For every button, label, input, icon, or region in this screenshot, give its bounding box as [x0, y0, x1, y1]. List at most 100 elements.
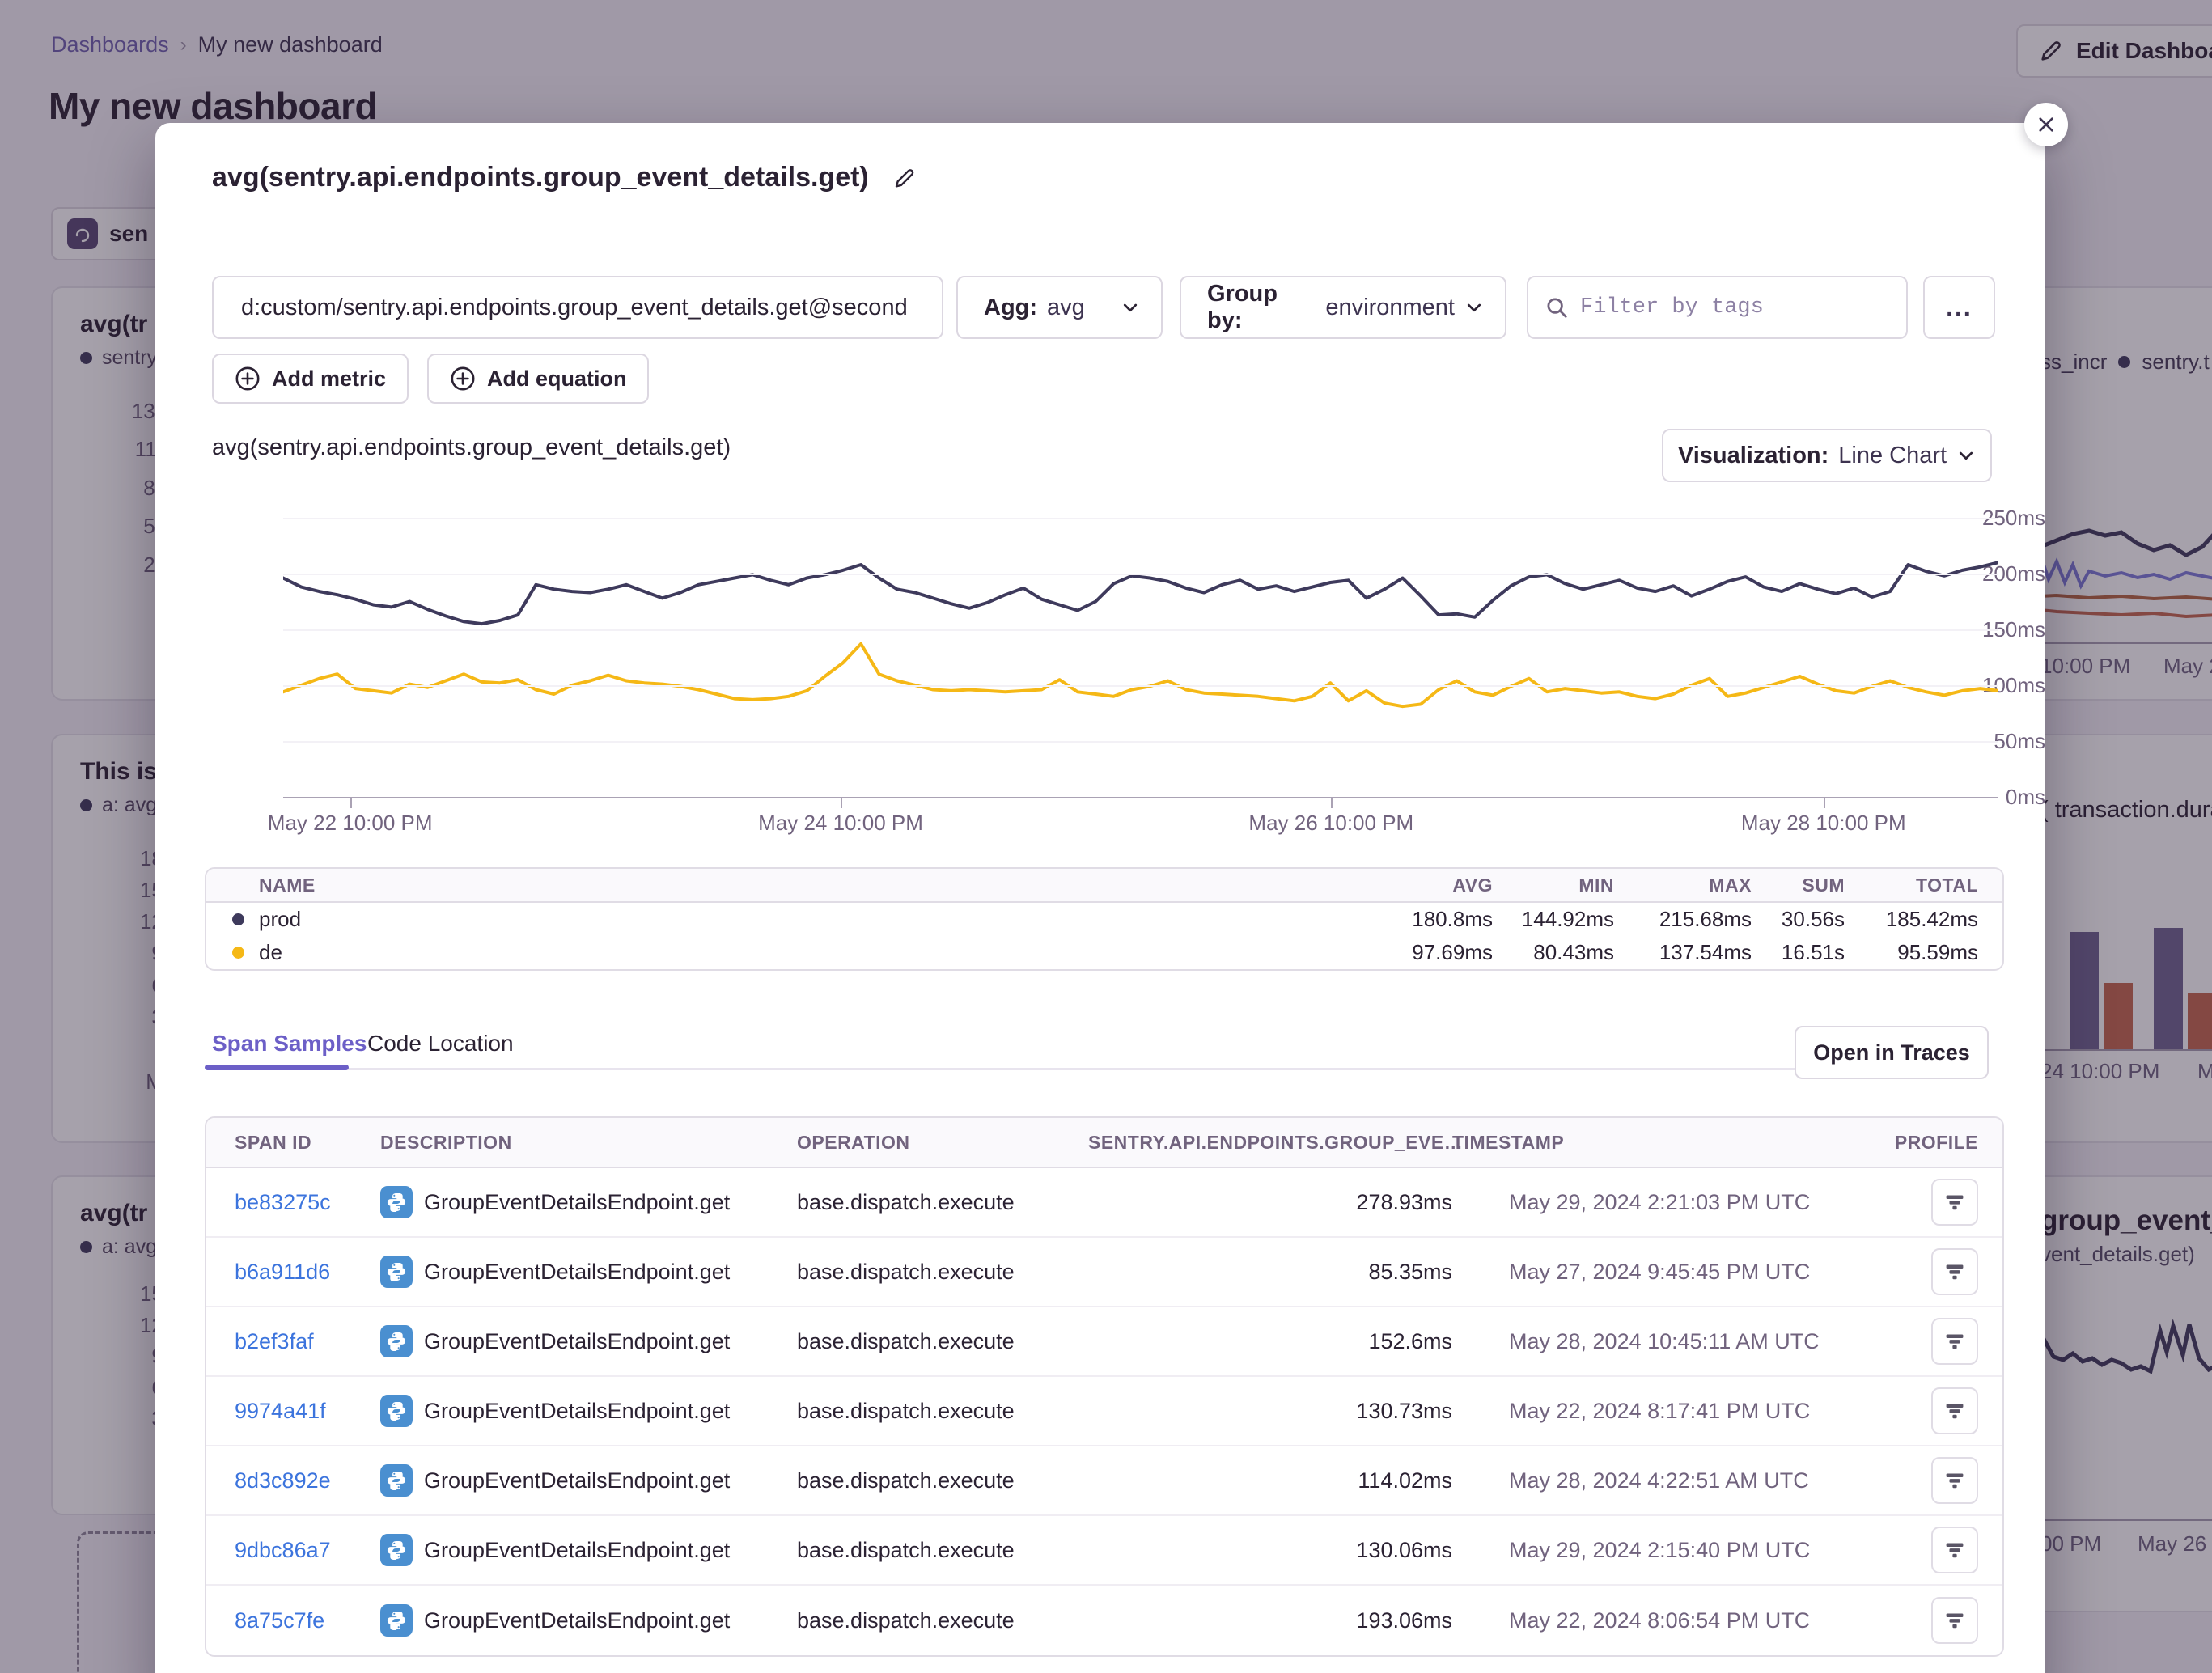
- add-equation-label: Add equation: [487, 366, 626, 392]
- tab-active-indicator: [205, 1065, 349, 1070]
- span-id-link[interactable]: 9dbc86a7: [235, 1538, 380, 1563]
- line-chart-series: [283, 518, 1998, 797]
- series-max: 215.68ms: [1614, 907, 1752, 932]
- span-duration-value: 152.6ms: [1088, 1329, 1452, 1354]
- x-tick-mark: [841, 798, 842, 808]
- plus-circle-icon: [235, 366, 261, 392]
- x-tick-label: May 22 10:00 PM: [268, 811, 433, 836]
- tab-span-samples[interactable]: Span Samples: [212, 1031, 367, 1057]
- gridline: [283, 629, 1998, 631]
- python-icon: [380, 1604, 413, 1637]
- series-prod: [283, 562, 1998, 624]
- python-icon: [380, 1256, 413, 1288]
- summary-table-row[interactable]: de 97.69ms 80.43ms 137.54ms 16.51s 95.59…: [206, 936, 2002, 969]
- group-by-label: Group by:: [1207, 281, 1316, 334]
- filter-tags-box: [1527, 276, 1908, 339]
- series-total: 95.59ms: [1845, 940, 1978, 965]
- summary-column-header: MAX: [1614, 875, 1752, 896]
- span-id-link[interactable]: b6a911d6: [235, 1260, 380, 1285]
- profiling-icon: [1944, 1331, 1965, 1352]
- metric-details-modal: avg(sentry.api.endpoints.group_event_det…: [155, 123, 2045, 1673]
- span-timestamp: May 29, 2024 2:21:03 PM UTC: [1452, 1190, 1889, 1215]
- span-operation: base.dispatch.execute: [797, 1329, 1088, 1354]
- chevron-down-icon: [1956, 446, 1976, 465]
- series-name: de: [259, 940, 282, 965]
- summary-table-header: NAMEAVGMINMAXSUMTOTAL: [206, 869, 2002, 903]
- aggregate-dropdown[interactable]: Agg: avg: [956, 276, 1163, 339]
- span-description: GroupEventDetailsEndpoint.get: [424, 1190, 730, 1215]
- series-min: 144.92ms: [1493, 907, 1614, 932]
- profiling-icon: [1944, 1400, 1965, 1421]
- span-description: GroupEventDetailsEndpoint.get: [424, 1608, 730, 1633]
- span-operation: base.dispatch.execute: [797, 1260, 1088, 1285]
- span-id-link[interactable]: 8a75c7fe: [235, 1608, 380, 1633]
- profiling-icon: [1944, 1540, 1965, 1561]
- samples-column-header: DESCRIPTION: [380, 1132, 797, 1154]
- samples-column-header: TIMESTAMP: [1452, 1132, 1889, 1154]
- profile-button[interactable]: [1931, 1597, 1978, 1644]
- profiling-icon: [1944, 1261, 1965, 1282]
- span-operation: base.dispatch.execute: [797, 1190, 1088, 1215]
- series-min: 80.43ms: [1493, 940, 1614, 965]
- span-id-link[interactable]: b2ef3faf: [235, 1329, 380, 1354]
- chevron-down-icon: [1464, 298, 1484, 317]
- span-id-link[interactable]: 8d3c892e: [235, 1468, 380, 1493]
- summary-column-header: NAME: [232, 875, 1363, 896]
- samples-column-header: PROFILE: [1889, 1132, 1978, 1154]
- add-metric-button[interactable]: Add metric: [212, 354, 409, 404]
- python-icon: [380, 1186, 413, 1218]
- span-operation: base.dispatch.execute: [797, 1468, 1088, 1493]
- summary-column-header: SUM: [1752, 875, 1845, 896]
- span-operation: base.dispatch.execute: [797, 1608, 1088, 1633]
- profiling-icon: [1944, 1610, 1965, 1631]
- visualization-dropdown[interactable]: Visualization: Line Chart: [1662, 429, 1992, 482]
- span-description: GroupEventDetailsEndpoint.get: [424, 1399, 730, 1424]
- metric-query-input[interactable]: [212, 276, 943, 339]
- chart-x-axis-line: [283, 797, 1998, 798]
- group-by-dropdown[interactable]: Group by: environment: [1180, 276, 1506, 339]
- profile-button[interactable]: [1931, 1318, 1978, 1365]
- visualization-value: Line Chart: [1838, 443, 1947, 469]
- summary-column-header: TOTAL: [1845, 875, 1978, 896]
- span-description: GroupEventDetailsEndpoint.get: [424, 1468, 730, 1493]
- tab-code-location[interactable]: Code Location: [367, 1031, 514, 1057]
- aggregate-label: Agg:: [984, 294, 1037, 321]
- gridline: [283, 574, 1998, 575]
- span-sample-row: b2ef3faf GroupEventDetailsEndpoint.get b…: [206, 1307, 2002, 1377]
- line-chart-plot-area[interactable]: [283, 518, 1998, 797]
- series-name: prod: [259, 907, 301, 932]
- chevron-down-icon: [1121, 298, 1140, 317]
- series-de: [283, 644, 1998, 706]
- add-equation-button[interactable]: Add equation: [427, 354, 649, 404]
- close-modal-button[interactable]: [2024, 103, 2068, 146]
- span-duration-value: 130.06ms: [1088, 1538, 1452, 1563]
- filter-tags-input[interactable]: [1580, 295, 1890, 320]
- aggregate-value: avg: [1047, 294, 1085, 321]
- span-duration-value: 193.06ms: [1088, 1608, 1452, 1633]
- modal-title: avg(sentry.api.endpoints.group_event_det…: [212, 162, 869, 193]
- series-sum: 30.56s: [1752, 907, 1845, 932]
- x-tick-mark: [1824, 798, 1825, 808]
- profile-button[interactable]: [1931, 1248, 1978, 1295]
- span-id-link[interactable]: be83275c: [235, 1190, 380, 1215]
- chart-query-label: avg(sentry.api.endpoints.group_event_det…: [212, 434, 731, 461]
- span-duration-value: 85.35ms: [1088, 1260, 1452, 1285]
- series-color-dot: [232, 913, 244, 925]
- profile-button[interactable]: [1931, 1457, 1978, 1504]
- summary-table-row[interactable]: prod 180.8ms 144.92ms 215.68ms 30.56s 18…: [206, 903, 2002, 936]
- span-id-link[interactable]: 9974a41f: [235, 1399, 380, 1424]
- span-samples-table: SPAN IDDESCRIPTIONOPERATIONSENTRY.API.EN…: [205, 1116, 2004, 1657]
- open-in-traces-button[interactable]: Open in Traces: [1795, 1026, 1989, 1079]
- series-summary-table: NAMEAVGMINMAXSUMTOTAL prod 180.8ms 144.9…: [205, 867, 2004, 971]
- summary-column-header: AVG: [1363, 875, 1493, 896]
- edit-title-pencil-icon[interactable]: [892, 165, 917, 191]
- profile-button[interactable]: [1931, 1527, 1978, 1573]
- add-metric-label: Add metric: [272, 366, 386, 392]
- profile-button[interactable]: [1931, 1179, 1978, 1226]
- profile-button[interactable]: [1931, 1387, 1978, 1434]
- span-sample-row: 8d3c892e GroupEventDetailsEndpoint.get b…: [206, 1446, 2002, 1516]
- span-sample-row: be83275c GroupEventDetailsEndpoint.get b…: [206, 1168, 2002, 1238]
- overflow-menu-button[interactable]: …: [1923, 276, 1995, 339]
- x-tick-label: May 24 10:00 PM: [758, 811, 923, 836]
- series-avg: 97.69ms: [1363, 940, 1493, 965]
